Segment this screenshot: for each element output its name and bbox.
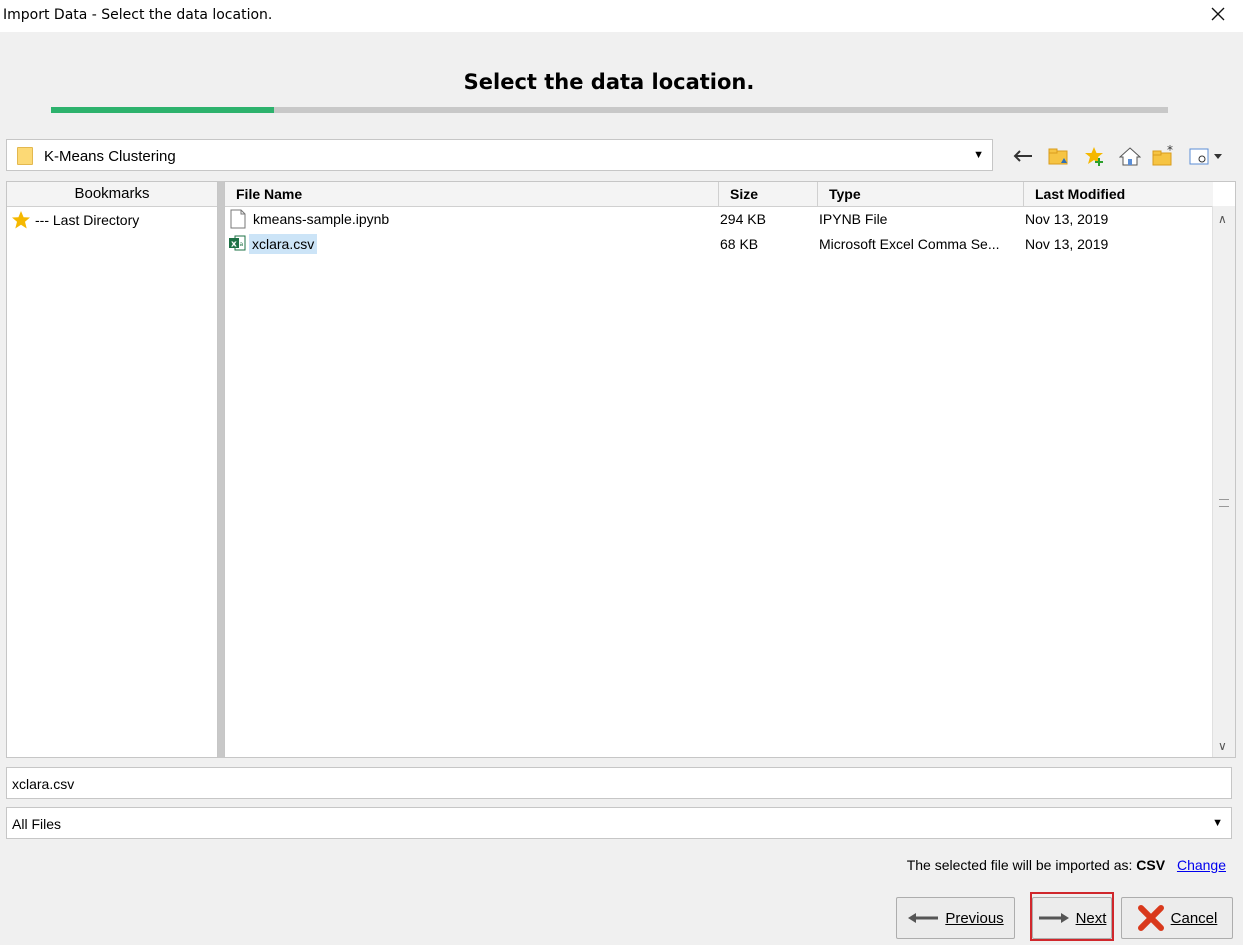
star-icon: [12, 211, 30, 229]
column-header-size[interactable]: Size: [719, 182, 818, 206]
file-name: xclara.csv: [249, 234, 318, 254]
previous-button[interactable]: Previous: [896, 897, 1015, 939]
import-format-info: The selected file will be imported as: C…: [907, 857, 1226, 873]
file-type: IPYNB File: [819, 211, 888, 227]
file-name-value: xclara.csv: [12, 776, 75, 792]
close-icon[interactable]: [1209, 5, 1227, 23]
svg-text:x: x: [231, 240, 237, 250]
column-header-type[interactable]: Type: [818, 182, 1024, 206]
import-format: CSV: [1136, 857, 1166, 873]
file-list-header: File Name Size Type Last Modified: [225, 182, 1213, 207]
parent-folder-icon[interactable]: [1047, 144, 1071, 168]
folder-icon: [17, 147, 33, 165]
bookmark-last-directory[interactable]: --- Last Directory: [11, 210, 139, 230]
next-button-highlight: [1030, 892, 1114, 941]
file-size: 68 KB: [720, 236, 759, 252]
file-name-field[interactable]: xclara.csv: [6, 767, 1232, 799]
file-type-filter[interactable]: All Files ▼: [6, 807, 1232, 839]
excel-csv-icon: xa: [228, 235, 246, 254]
import-info-text: The selected file will be imported as:: [906, 857, 1133, 873]
column-header-last-modified[interactable]: Last Modified: [1024, 182, 1213, 206]
svg-text:*: *: [1167, 145, 1173, 157]
cancel-x-icon: [1137, 905, 1164, 931]
wizard-progress-bar: [51, 107, 1168, 113]
file-list: File Name Size Type Last Modified kmeans…: [224, 181, 1236, 758]
chevron-down-icon: ▼: [1212, 817, 1223, 829]
scroll-up-icon[interactable]: ∧: [1218, 212, 1227, 226]
bookmarks-header: Bookmarks: [7, 182, 217, 207]
file-modified: Nov 13, 2019: [1025, 211, 1109, 227]
document-icon: [230, 209, 246, 232]
window-title: Import Data - Select the data location.: [3, 7, 273, 23]
location-dropdown[interactable]: K-Means Clustering ▼: [6, 139, 993, 171]
filter-value: All Files: [12, 816, 62, 832]
previous-label: Previous: [945, 909, 1004, 927]
scroll-down-icon[interactable]: ∨: [1218, 739, 1227, 753]
cancel-button[interactable]: Cancel: [1121, 897, 1233, 939]
bookmarks-panel: Bookmarks --- Last Directory: [6, 181, 218, 758]
vertical-scrollbar[interactable]: ∧ ∨: [1212, 206, 1235, 757]
view-options-icon[interactable]: [1188, 144, 1226, 168]
add-bookmark-icon[interactable]: [1083, 144, 1107, 168]
location-label: K-Means Clustering: [44, 148, 176, 165]
file-size: 294 KB: [720, 211, 766, 227]
table-row[interactable]: xa xclara.csv 68 KB Microsoft Excel Comm…: [225, 232, 1210, 256]
svg-text:a: a: [240, 241, 244, 248]
arrow-left-icon: [908, 913, 939, 923]
table-row[interactable]: kmeans-sample.ipynb 294 KB IPYNB File No…: [225, 207, 1210, 231]
page-title: Select the data location.: [463, 70, 755, 94]
file-modified: Nov 13, 2019: [1025, 236, 1109, 252]
column-header-file-name[interactable]: File Name: [225, 182, 719, 206]
chevron-down-icon: ▼: [973, 149, 984, 161]
home-icon[interactable]: [1118, 144, 1142, 168]
progress-fill: [51, 107, 275, 113]
file-name: kmeans-sample.ipynb: [253, 211, 390, 227]
new-folder-icon[interactable]: *: [1152, 144, 1176, 168]
bookmark-label: --- Last Directory: [35, 212, 140, 228]
cancel-label: Cancel: [1170, 909, 1218, 927]
title-bar: Import Data - Select the data location.: [0, 0, 1243, 32]
change-format-link[interactable]: Change: [1177, 857, 1226, 873]
file-type: Microsoft Excel Comma Se...: [819, 236, 1000, 252]
back-icon[interactable]: [1011, 144, 1035, 168]
scroll-grip-icon[interactable]: [1219, 499, 1229, 507]
